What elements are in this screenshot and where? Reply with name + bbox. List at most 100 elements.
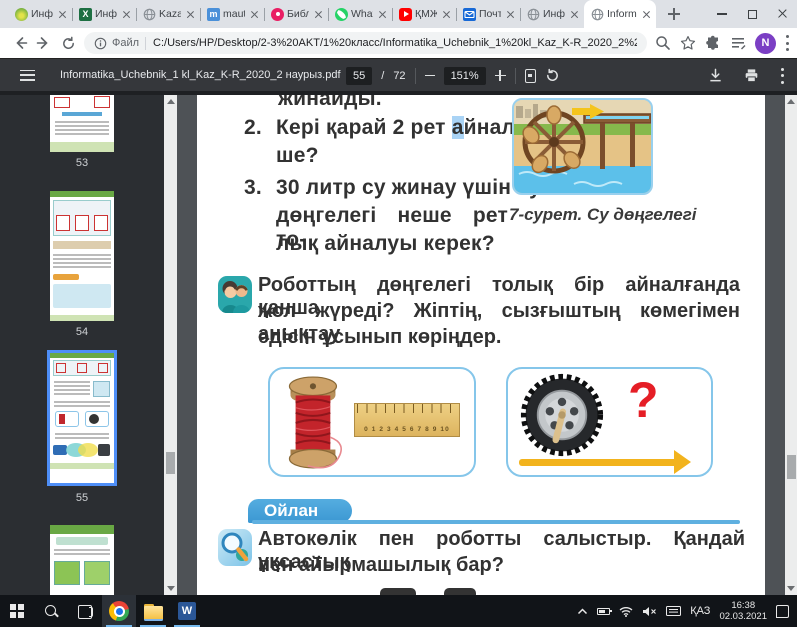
pdf-menu-icon[interactable] bbox=[20, 70, 35, 81]
maximize-button[interactable] bbox=[737, 0, 767, 28]
close-tab-icon[interactable] bbox=[184, 8, 196, 20]
close-tab-icon[interactable] bbox=[504, 8, 516, 20]
taskbar-chrome-button[interactable] bbox=[102, 595, 136, 627]
taskbar-search-button[interactable] bbox=[34, 595, 68, 627]
touch-keyboard-icon[interactable] bbox=[666, 606, 681, 616]
browser-tab[interactable]: WhatsAp bbox=[328, 0, 392, 28]
scrollbar-thumb[interactable] bbox=[166, 452, 175, 474]
list-item-2-line-1: Кері қарай 2 рет айналса bbox=[276, 116, 539, 140]
close-tab-icon[interactable] bbox=[248, 8, 260, 20]
water-wheel-illustration bbox=[512, 98, 653, 195]
scroll-down-icon[interactable] bbox=[167, 586, 175, 591]
ruler-numbers: 0 1 2 3 4 5 6 7 8 9 10 bbox=[355, 426, 459, 433]
extensions-puzzle-icon[interactable] bbox=[705, 35, 721, 51]
reading-list-icon[interactable] bbox=[730, 35, 746, 51]
close-window-button[interactable] bbox=[767, 0, 797, 28]
excel-icon: X bbox=[79, 8, 92, 21]
minimize-button[interactable] bbox=[707, 0, 737, 28]
browser-tab[interactable]: Инф каз bbox=[8, 0, 72, 28]
browser-tab[interactable]: X Информ bbox=[72, 0, 136, 28]
globe-icon bbox=[527, 8, 540, 21]
browser-tab[interactable]: Информ bbox=[520, 0, 584, 28]
volume-muted-icon[interactable] bbox=[642, 606, 657, 617]
next-figure-partial bbox=[380, 588, 416, 595]
taskbar-explorer-button[interactable] bbox=[136, 595, 170, 627]
pdf-viewer: 53 54 bbox=[0, 95, 797, 595]
close-icon bbox=[776, 8, 788, 20]
close-tab-icon[interactable] bbox=[376, 8, 388, 20]
forward-button[interactable] bbox=[32, 31, 56, 55]
wifi-icon[interactable] bbox=[619, 606, 633, 617]
browser-tab[interactable]: m mauthor bbox=[200, 0, 264, 28]
close-tab-icon[interactable] bbox=[312, 8, 324, 20]
fit-page-button[interactable] bbox=[525, 69, 536, 83]
magnifier-think-icon bbox=[218, 529, 252, 566]
find-highlight: а bbox=[452, 116, 464, 139]
list-item-3-line-1: 30 литр су жинау үшін су bbox=[276, 176, 508, 200]
pdf-filename: Informatika_Uchebnik_1 kl_Kaz_K-R_2020_2… bbox=[60, 69, 341, 81]
scroll-up-icon[interactable] bbox=[787, 99, 795, 104]
browser-tab-active[interactable]: Informat bbox=[584, 0, 656, 28]
tab-title: Kazak tili bbox=[159, 8, 181, 20]
tray-chevron-icon[interactable] bbox=[577, 608, 588, 615]
language-indicator[interactable]: ҚАЗ bbox=[690, 605, 710, 617]
scroll-up-icon[interactable] bbox=[167, 99, 175, 104]
main-scrollbar[interactable] bbox=[785, 95, 797, 595]
pdf-toolbar-right bbox=[708, 59, 784, 92]
action-center-icon[interactable] bbox=[776, 605, 789, 618]
browser-tab[interactable]: Kazak tili bbox=[136, 0, 200, 28]
close-tab-icon[interactable] bbox=[56, 8, 68, 20]
print-button[interactable] bbox=[744, 68, 759, 83]
battery-icon[interactable] bbox=[597, 608, 610, 615]
browser-menu-icon[interactable] bbox=[785, 35, 789, 51]
globe-icon bbox=[143, 8, 156, 21]
list-item-2-line-2: ше? bbox=[276, 144, 319, 168]
close-tab-icon[interactable] bbox=[440, 8, 452, 20]
scroll-down-icon[interactable] bbox=[787, 586, 795, 591]
tab-title: mauthor bbox=[223, 8, 245, 20]
sidebar-scrollbar[interactable] bbox=[164, 95, 177, 595]
search-icon bbox=[44, 604, 59, 619]
youtube-icon bbox=[399, 8, 412, 21]
scrollbar-thumb[interactable] bbox=[787, 455, 796, 479]
clock[interactable]: 16:38 02.03.2021 bbox=[719, 600, 767, 622]
thumbnail-page-53[interactable] bbox=[50, 95, 114, 152]
current-page-input[interactable]: 55 bbox=[346, 67, 372, 85]
profile-avatar[interactable]: N bbox=[755, 33, 776, 54]
task-view-button[interactable] bbox=[68, 595, 102, 627]
date: 02.03.2021 bbox=[719, 611, 767, 622]
new-tab-button[interactable] bbox=[662, 2, 686, 26]
taskbar-word-button[interactable]: W bbox=[170, 595, 204, 627]
thread-ruler-imagebox: 0 1 2 3 4 5 6 7 8 9 10 bbox=[268, 367, 476, 477]
thumbnail-page-54[interactable] bbox=[50, 191, 114, 321]
browser-tab[interactable]: Библиот bbox=[264, 0, 328, 28]
ruler-icon: 0 1 2 3 4 5 6 7 8 9 10 bbox=[354, 403, 460, 437]
list-item-1-cut: жинайды. bbox=[278, 95, 382, 111]
download-button[interactable] bbox=[708, 68, 723, 83]
address-bar: Файл C:/Users/HP/Desktop/2-3%20AKT/1%20к… bbox=[0, 28, 797, 58]
thumbnail-page-55-selected[interactable] bbox=[50, 353, 114, 483]
rotate-button[interactable] bbox=[545, 68, 560, 83]
reload-button[interactable] bbox=[56, 31, 80, 55]
close-tab-icon[interactable] bbox=[120, 8, 132, 20]
url-omnibox[interactable]: Файл C:/Users/HP/Desktop/2-3%20AKT/1%20к… bbox=[84, 32, 647, 54]
zoom-icon[interactable] bbox=[655, 35, 671, 51]
tab-title: Почта M bbox=[479, 8, 501, 20]
list-number-2: 2. bbox=[244, 116, 262, 140]
back-button[interactable] bbox=[8, 31, 32, 55]
tab-title: Informat bbox=[607, 8, 637, 20]
start-button[interactable] bbox=[0, 595, 34, 627]
zoom-in-button[interactable] bbox=[495, 70, 506, 81]
close-tab-icon[interactable] bbox=[568, 8, 580, 20]
tab-title: Информ bbox=[95, 8, 117, 20]
browser-tab[interactable]: ҚМЖ ЖА bbox=[392, 0, 456, 28]
bookmark-star-icon[interactable] bbox=[680, 35, 696, 51]
info-icon[interactable] bbox=[94, 37, 107, 50]
close-tab-icon[interactable] bbox=[640, 8, 652, 20]
pdf-more-options-icon[interactable] bbox=[780, 68, 784, 84]
zoom-out-button[interactable] bbox=[425, 75, 435, 77]
thumbnail-next-page-partial[interactable] bbox=[50, 525, 114, 595]
browser-tab[interactable]: Почта M bbox=[456, 0, 520, 28]
pdf-page-55: жинайды. 2. Кері қарай 2 рет айналса ше?… bbox=[197, 95, 765, 595]
windows-logo-icon bbox=[10, 604, 24, 618]
